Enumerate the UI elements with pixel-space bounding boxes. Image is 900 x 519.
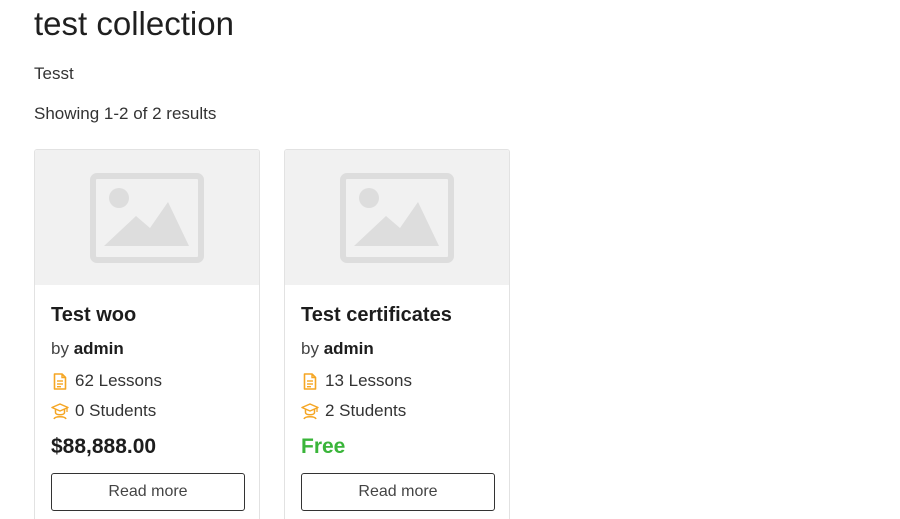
lessons-text: 62 Lessons	[75, 371, 162, 390]
students-text: 0 Students	[75, 401, 157, 420]
file-icon	[301, 372, 319, 390]
results-count: Showing 1-2 of 2 results	[34, 104, 217, 123]
read-more-button[interactable]: Read more	[51, 473, 245, 511]
course-card-body: Test certificates by admin 13 Lessons 2 …	[285, 285, 509, 511]
student-icon	[51, 402, 69, 420]
collection-description: Tesst	[34, 64, 74, 83]
read-more-button[interactable]: Read more	[301, 473, 495, 511]
lessons-text: 13 Lessons	[325, 371, 412, 390]
image-placeholder-icon	[340, 172, 454, 263]
author-name[interactable]: admin	[324, 339, 374, 358]
author-by-label: by	[51, 339, 69, 358]
course-card-body: Test woo by admin 62 Lessons 0 Students …	[35, 285, 259, 511]
course-thumbnail[interactable]	[285, 150, 509, 285]
course-author: by admin	[51, 338, 243, 360]
file-icon	[51, 372, 69, 390]
course-price: $88,888.00	[51, 435, 157, 458]
course-thumbnail[interactable]	[35, 150, 259, 285]
course-title[interactable]: Test woo	[51, 302, 243, 328]
students-count: 0 Students	[51, 400, 243, 422]
course-author: by admin	[301, 338, 493, 360]
course-title[interactable]: Test certificates	[301, 302, 493, 328]
image-placeholder-icon	[90, 172, 204, 263]
page-title: test collection	[34, 5, 234, 42]
students-count: 2 Students	[301, 400, 493, 422]
students-text: 2 Students	[325, 401, 407, 420]
author-name[interactable]: admin	[74, 339, 124, 358]
course-card: Test certificates by admin 13 Lessons 2 …	[284, 149, 510, 519]
student-icon	[301, 402, 319, 420]
author-by-label: by	[301, 339, 319, 358]
lessons-count: 13 Lessons	[301, 370, 493, 392]
page: test collection Tesst Showing 1-2 of 2 r…	[0, 0, 900, 519]
course-price: Free	[301, 435, 346, 458]
course-card: Test woo by admin 62 Lessons 0 Students …	[34, 149, 260, 519]
lessons-count: 62 Lessons	[51, 370, 243, 392]
course-grid: Test woo by admin 62 Lessons 0 Students …	[34, 149, 510, 519]
